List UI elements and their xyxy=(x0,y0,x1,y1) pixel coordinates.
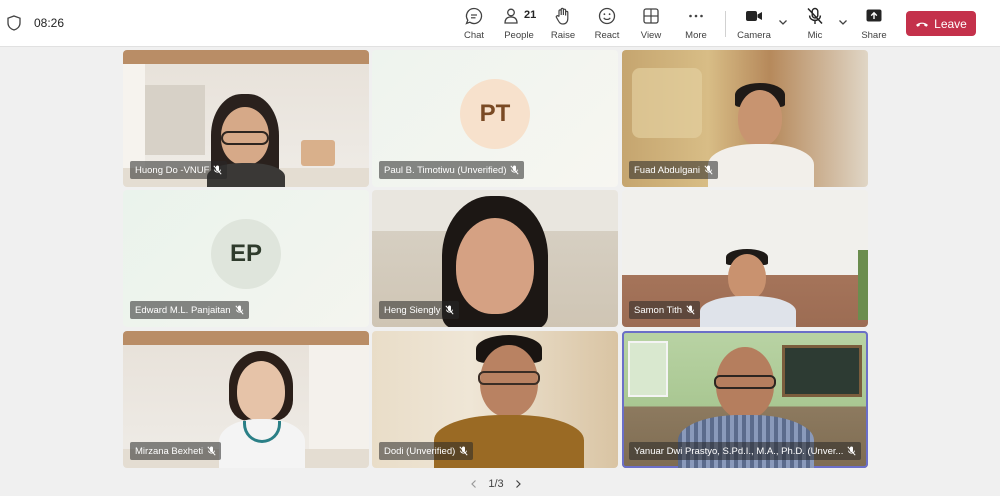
people-icon xyxy=(504,8,518,24)
mic-off-icon xyxy=(704,165,713,175)
glasses xyxy=(478,371,540,385)
mic-off-icon xyxy=(213,165,223,175)
person-body xyxy=(700,296,796,327)
person-face xyxy=(237,361,285,421)
more-dots-icon xyxy=(689,14,703,18)
react-button[interactable]: React xyxy=(584,6,630,44)
participant-tile[interactable]: PT Paul B. Timotiwu (Unverified) xyxy=(372,50,618,187)
participant-name: Fuad Abdulgani xyxy=(634,164,701,176)
person-body xyxy=(708,144,814,187)
grid-view-icon xyxy=(643,8,659,24)
raise-hand-button[interactable]: Raise xyxy=(540,6,586,44)
person-face xyxy=(456,218,534,314)
background-chalkboard xyxy=(782,345,862,397)
people-button[interactable]: 21 People xyxy=(496,6,542,44)
participant-name: Mirzana Bexheti xyxy=(135,445,204,457)
participant-name-tag: Paul B. Timotiwu (Unverified) xyxy=(379,161,525,179)
meeting-timer: 08:26 xyxy=(34,16,65,30)
participant-tile-active-speaker[interactable]: Yanuar Dwi Prastyo, S.Pd.I., M.A., Ph.D.… xyxy=(622,331,868,468)
background-shelf xyxy=(145,85,205,155)
glasses xyxy=(221,131,269,145)
background-plant xyxy=(858,250,868,320)
chat-button[interactable]: Chat xyxy=(451,6,497,44)
leave-label: Leave xyxy=(934,16,967,31)
phone-hangup-icon xyxy=(916,22,929,27)
smiley-icon xyxy=(598,7,616,25)
share-button[interactable]: Share xyxy=(851,6,897,44)
participant-name-tag: Heng Siengly xyxy=(379,301,459,319)
react-label: React xyxy=(594,30,620,41)
raise-label: Raise xyxy=(550,30,576,41)
participant-avatar: PT xyxy=(460,78,530,149)
participant-name: Dodi (Unverified) xyxy=(384,445,456,457)
participant-name-tag: Edward M.L. Panjaitan xyxy=(130,301,249,319)
participant-tile[interactable]: Fuad Abdulgani xyxy=(622,50,868,187)
background-chair xyxy=(301,140,335,166)
more-button[interactable]: More xyxy=(673,6,719,44)
glasses xyxy=(714,375,776,389)
mic-off-icon xyxy=(847,446,857,456)
mic-off-icon xyxy=(807,7,823,25)
participant-name-tag: Mirzana Bexheti xyxy=(130,442,222,460)
view-button[interactable]: View xyxy=(628,6,674,44)
participant-name: Paul B. Timotiwu (Unverified) xyxy=(384,164,507,176)
mic-label: Mic xyxy=(807,30,823,41)
background-blur xyxy=(632,68,702,138)
gallery-pager: 1/3 xyxy=(470,476,522,492)
chat-icon xyxy=(465,7,483,25)
participant-name-tag: Huong Do -VNUF xyxy=(130,161,228,179)
person-face xyxy=(728,254,766,300)
mic-off-icon xyxy=(686,305,695,315)
toolbar-divider xyxy=(725,11,726,37)
previous-page-chevron-left-icon[interactable] xyxy=(470,479,478,489)
participant-name-tag: Dodi (Unverified) xyxy=(379,442,474,460)
camera-icon xyxy=(746,11,762,21)
participant-tile[interactable]: Dodi (Unverified) xyxy=(372,331,618,468)
more-label: More xyxy=(685,30,707,41)
next-page-chevron-right-icon[interactable] xyxy=(514,479,522,489)
participant-name-tag: Samon Tith xyxy=(629,301,701,319)
chat-label: Chat xyxy=(463,30,485,41)
mic-off-icon xyxy=(207,446,216,456)
participant-tile[interactable]: Samon Tith xyxy=(622,190,868,327)
hand-icon xyxy=(555,7,569,25)
participant-name: Yanuar Dwi Prastyo, S.Pd.I., M.A., Ph.D.… xyxy=(634,445,844,457)
share-label: Share xyxy=(861,30,887,41)
people-count: 21 xyxy=(524,9,537,21)
mic-off-icon xyxy=(235,305,244,315)
participant-name: Heng Siengly xyxy=(384,304,441,316)
share-screen-icon xyxy=(866,9,882,22)
participant-tile[interactable]: Mirzana Bexheti xyxy=(123,331,369,468)
page-indicator: 1/3 xyxy=(488,478,504,490)
people-label: People xyxy=(504,30,534,41)
mic-button[interactable]: Mic xyxy=(792,6,838,44)
participant-name: Edward M.L. Panjaitan xyxy=(135,304,231,316)
leave-button[interactable]: Leave xyxy=(906,11,976,36)
background-window xyxy=(628,341,668,397)
participant-name-tag: Fuad Abdulgani xyxy=(629,161,719,179)
participant-name: Samon Tith xyxy=(634,304,683,316)
participant-name: Huong Do -VNUF xyxy=(135,164,210,176)
video-grid: Huong Do -VNUF PT Paul B. Timotiwu (Unve… xyxy=(123,50,868,468)
shield-icon[interactable] xyxy=(7,15,21,31)
participant-tile[interactable]: EP Edward M.L. Panjaitan xyxy=(123,190,369,327)
person-face xyxy=(738,90,782,146)
mic-off-icon xyxy=(510,165,520,175)
participant-name-tag: Yanuar Dwi Prastyo, S.Pd.I., M.A., Ph.D.… xyxy=(629,442,861,460)
camera-options-chevron-down-icon[interactable] xyxy=(777,16,789,28)
participant-tile[interactable]: Huong Do -VNUF xyxy=(123,50,369,187)
meeting-toolbar: 08:26 Chat 21 People Raise React View Mo… xyxy=(0,0,1000,47)
camera-label: Camera xyxy=(737,30,771,41)
mic-off-icon xyxy=(444,305,454,315)
view-label: View xyxy=(640,30,662,41)
participant-tile[interactable]: Heng Siengly xyxy=(372,190,618,327)
mic-off-icon xyxy=(459,446,468,456)
mic-options-chevron-down-icon[interactable] xyxy=(837,16,849,28)
camera-button[interactable]: Camera xyxy=(731,6,777,44)
participant-avatar: EP xyxy=(211,218,281,289)
